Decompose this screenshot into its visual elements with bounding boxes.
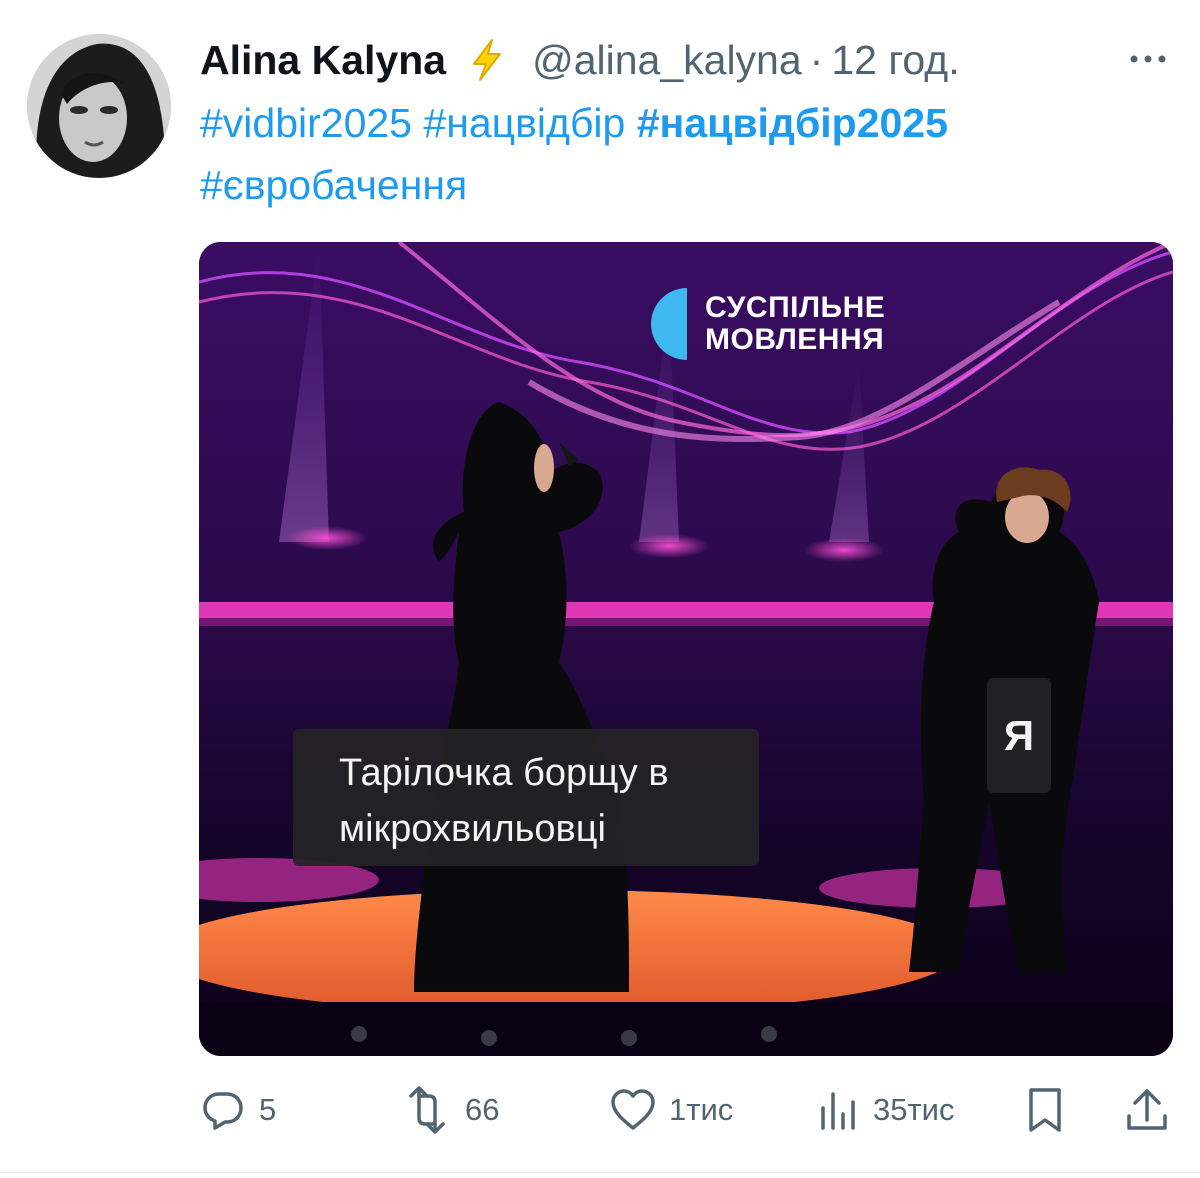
author-avatar[interactable]	[27, 34, 171, 178]
share-icon	[1127, 1089, 1167, 1130]
views-count: 35тис	[873, 1092, 955, 1127]
heart-icon	[611, 1089, 655, 1130]
hashtag-yevrobachennia[interactable]: #євробачення	[200, 162, 467, 208]
author-display-name[interactable]: Alina Kalyna	[200, 37, 446, 84]
reply-count: 5	[259, 1092, 277, 1127]
meme-label-me: Я	[987, 678, 1051, 793]
bookmark-button[interactable]	[1025, 1082, 1065, 1138]
tweet-divider	[0, 1172, 1200, 1173]
like-button[interactable]: 1тис	[609, 1082, 733, 1138]
meme-caption-line-1: Тарілочка борщу в	[339, 752, 669, 794]
tweet-header: Alina Kalyna @alina_kalyna · 12 год.	[200, 34, 1180, 86]
hashtag-natsvidbir2025[interactable]: #нацвідбір2025	[637, 100, 948, 146]
logo-line-1: СУСПІЛЬНЕ	[705, 291, 886, 324]
share-button[interactable]	[1125, 1082, 1169, 1138]
repost-count: 66	[465, 1092, 500, 1127]
reply-icon	[203, 1092, 243, 1130]
tweet-text: #vidbir2025 #нацвідбір #нацвідбір2025 #є…	[200, 92, 1180, 216]
lightning-bolt-icon	[470, 38, 504, 82]
logo-line-2: МОВЛЕННЯ	[705, 323, 885, 356]
broadcaster-logo: СУСПІЛЬНЕ МОВЛЕННЯ	[651, 286, 885, 362]
meme-caption-line-2: мікрохвильовці	[339, 808, 606, 850]
separator-dot: ·	[809, 36, 824, 83]
like-count: 1тис	[669, 1092, 734, 1127]
repost-icon	[409, 1086, 445, 1134]
author-handle[interactable]: @alina_kalyna	[532, 37, 802, 84]
hashtag-natsvidbir[interactable]: #нацвідбір	[423, 100, 625, 146]
bookmark-icon	[1029, 1088, 1061, 1132]
hashtag-vidbir2025[interactable]: #vidbir2025	[200, 100, 412, 146]
tweet-timestamp[interactable]: 12 год.	[831, 37, 959, 84]
views-chart-icon	[821, 1092, 855, 1130]
broadcaster-logo-icon	[651, 288, 687, 360]
meme-caption: Тарілочка борщу в мікрохвильовці	[293, 729, 759, 866]
more-options-icon[interactable]	[1126, 44, 1170, 74]
tweet-actions-bar: 5 66 1тис 35тис	[199, 1082, 1174, 1138]
repost-button[interactable]: 66	[401, 1082, 499, 1138]
views-button[interactable]: 35тис	[817, 1082, 955, 1138]
reply-button[interactable]: 5	[199, 1082, 276, 1138]
tweet-media-image[interactable]: СУСПІЛЬНЕ МОВЛЕННЯ Тарілочка борщу в мік…	[199, 242, 1173, 1056]
